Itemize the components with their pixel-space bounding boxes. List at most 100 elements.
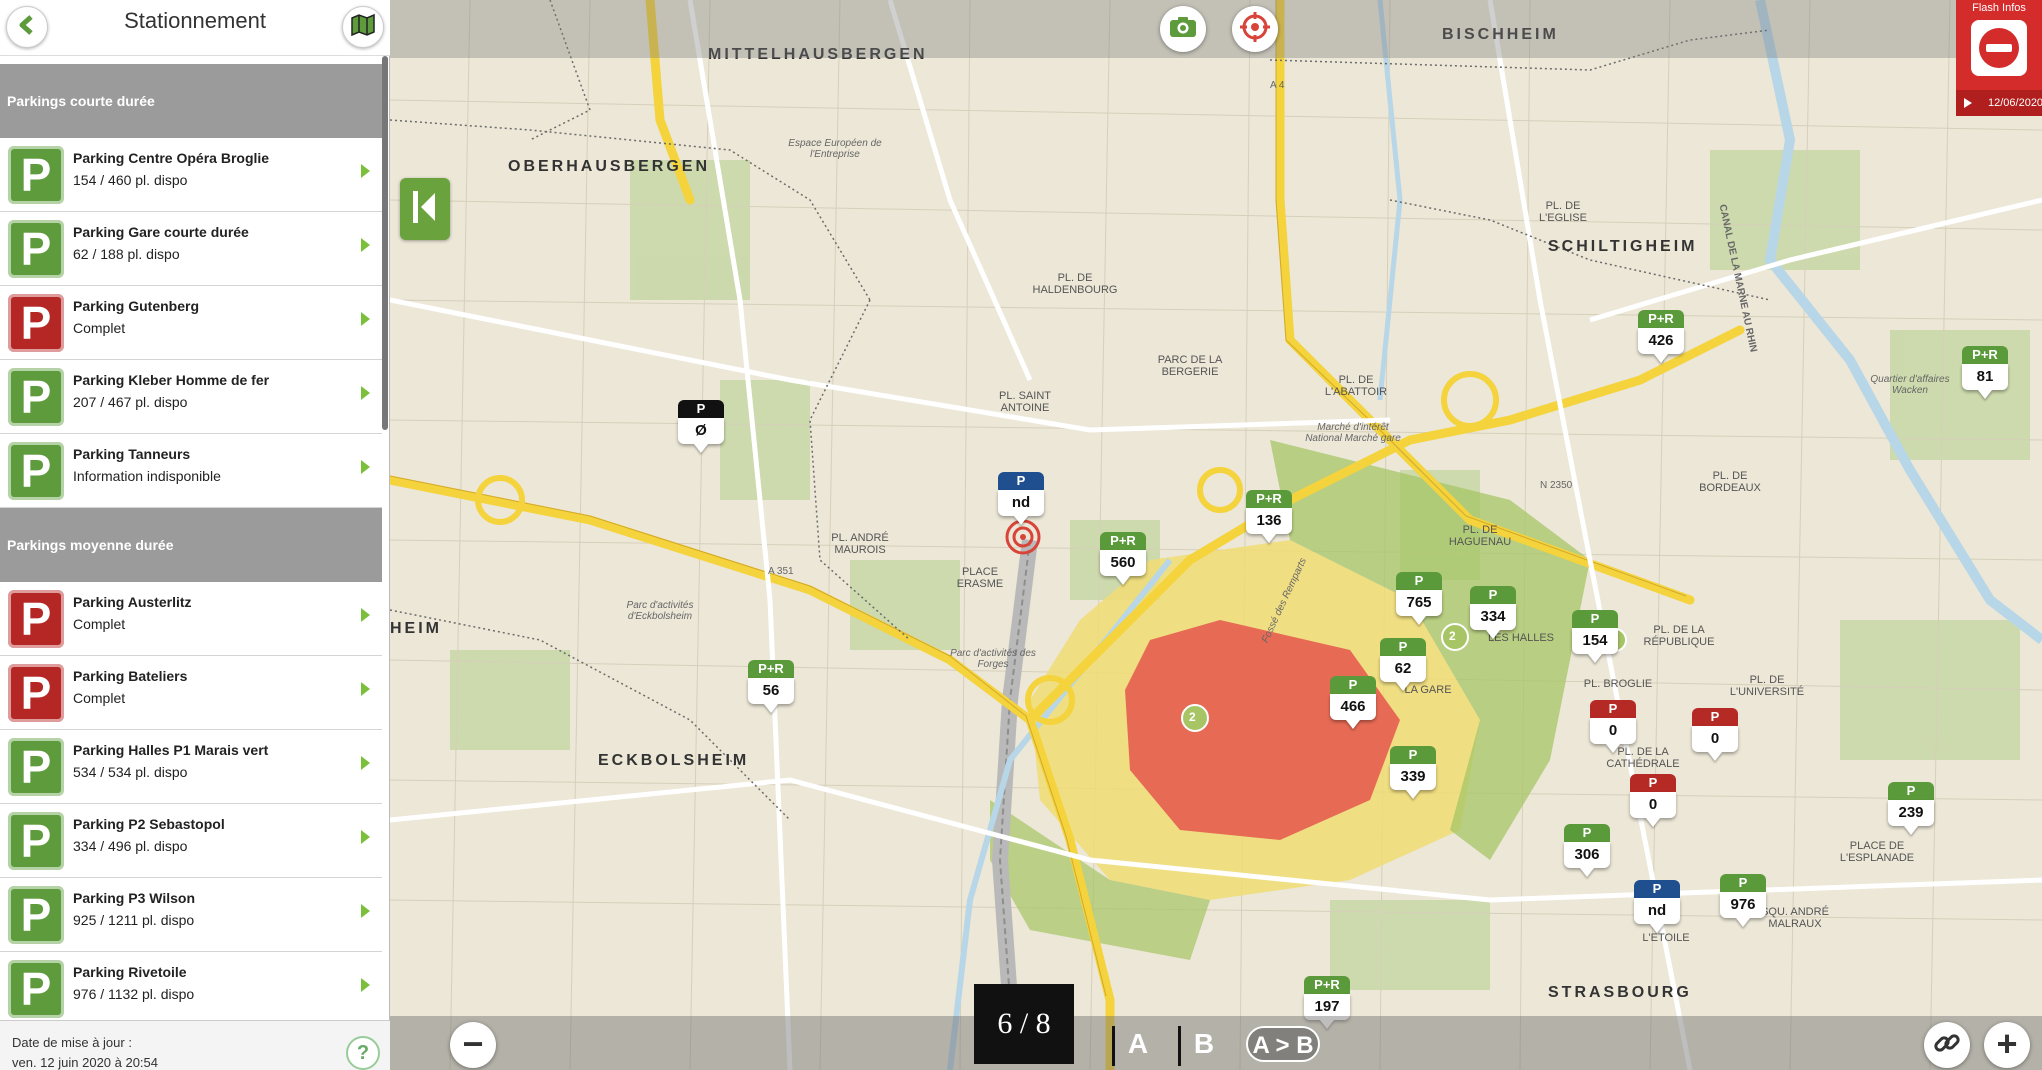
list-item[interactable]: P Parking Austerlitz Complet [0,582,382,656]
parking-sidebar: Stationnement Parkings courte durée P Pa… [0,0,390,1070]
locate-icon [1239,11,1271,48]
sidebar-scrollbar[interactable] [382,56,388,430]
collapse-panel-button[interactable] [400,178,450,240]
list-item[interactable]: P Parking Centre Opéra Broglie 154 / 460… [0,138,382,212]
parking-marker[interactable]: P+R 81 [1962,346,2008,399]
list-item[interactable]: P Parking Bateliers Complet [0,656,382,730]
play-icon [1964,98,1972,108]
list-item[interactable]: P Parking Kleber Homme de fer 207 / 467 … [0,360,382,434]
parking-marker[interactable]: P0 [1630,774,1676,827]
marker-type: P+R [1246,490,1292,508]
cluster-label[interactable]: 2 [1449,629,1456,643]
chevron-right-icon [361,460,370,474]
marker-value: nd [1634,898,1680,924]
parking-marker[interactable]: P 976 [1720,874,1766,927]
marker-value: 339 [1390,764,1436,790]
place-label: PL. DE HAGUENAU [1448,524,1512,548]
cluster-label[interactable]: 2 [1189,710,1196,724]
marker-type: P+R [1962,346,2008,364]
parking-name: Parking P3 Wilson [73,890,196,906]
list-item[interactable]: P Parking Rivetoile 976 / 1132 pl. dispo [0,952,382,1018]
parking-marker[interactable]: P 466 [1330,676,1376,729]
parking-marker[interactable]: P+R 426 [1638,310,1684,363]
place-label: PL. DE LA RÉPUBLIQUE [1643,624,1715,648]
sidebar-header: Stationnement [0,0,390,56]
zoom-in-button[interactable]: + [1984,1022,2030,1068]
parking-marker[interactable]: P+R 560 [1100,532,1146,585]
list-item[interactable]: P Parking Gutenberg Complet [0,286,382,360]
area-label: STRASBOURG [1548,984,1692,1001]
parking-marker[interactable]: P 339 [1390,746,1436,799]
parking-name: Parking P2 Sebastopol [73,816,225,832]
locate-button[interactable] [1232,6,1278,52]
point-b-button[interactable]: B [1188,1026,1220,1062]
marker-value: 239 [1888,800,1934,826]
parking-marker[interactable]: P+R 136 [1246,490,1292,543]
route-ab-button[interactable]: A > B [1246,1026,1320,1062]
parking-availability: 154 / 460 pl. dispo [73,172,188,188]
marker-value: 466 [1330,694,1376,720]
marker-type: P+R [748,660,794,678]
area-note: Parc d'activités des Forges [950,648,1036,670]
parking-marker[interactable]: P+R 56 [748,660,794,713]
marker-tail [1736,918,1750,927]
no-entry-icon[interactable] [1971,20,2027,76]
marker-value: 56 [748,678,794,704]
sidebar-title: Stationnement [124,8,266,33]
map-toggle-button[interactable] [342,6,384,48]
flash-info-date[interactable]: 12/06/2020 [1956,90,2042,116]
marker-type: P [1470,586,1516,604]
toolbar-separator [1112,1026,1115,1066]
parking-marker[interactable]: P 334 [1470,586,1516,639]
flash-info-panel[interactable]: Flash Infos 12/06/2020 [1956,0,2042,116]
zoom-out-button[interactable]: − [450,1022,496,1068]
flash-info-title: Flash Infos [1972,2,2026,14]
list-item[interactable]: P Parking P3 Wilson 925 / 1211 pl. dispo [0,878,382,952]
point-a-button[interactable]: A [1122,1026,1154,1062]
parking-marker[interactable]: P 765 [1396,572,1442,625]
marker-type: P+R [1100,532,1146,550]
update-timestamp: ven. 12 juin 2020 à 20:54 [12,1055,159,1070]
parking-marker[interactable]: P0 [1692,708,1738,761]
parking-marker[interactable]: P 306 [1564,824,1610,877]
list-item[interactable]: P Parking Gare courte durée 62 / 188 pl.… [0,212,382,286]
marker-value: 0 [1590,718,1636,744]
help-icon[interactable]: ? [346,1036,380,1070]
marker-tail [1346,720,1360,729]
parking-marker[interactable]: P 239 [1888,782,1934,835]
area-label: SCHILTIGHEIM [1548,238,1698,255]
marker-tail [1580,868,1594,877]
parking-name: Parking Austerlitz [73,594,192,610]
link-button[interactable] [1924,1022,1970,1068]
marker-value: 306 [1564,842,1610,868]
marker-type: P [1888,782,1934,800]
map-top-bar [390,0,2042,58]
marker-value: 765 [1396,590,1442,616]
parking-availability: 976 / 1132 pl. dispo [73,986,195,1002]
parking-marker[interactable]: Pnd [1634,880,1680,933]
list-item[interactable]: P Parking Halles P1 Marais vert 534 / 53… [0,730,382,804]
chevron-right-icon [361,904,370,918]
marker-tail [1262,534,1276,543]
marker-type: P [1380,638,1426,656]
marker-value: 426 [1638,328,1684,354]
parking-marker[interactable]: Pnd [998,472,1044,525]
parking-availability: Complet [73,690,126,706]
marker-value: 62 [1380,656,1426,682]
parking-marker[interactable]: P 62 [1380,638,1426,691]
parking-marker[interactable]: P0 [1590,700,1636,753]
camera-button[interactable] [1160,6,1206,52]
list-item[interactable]: P Parking Tanneurs Information indisponi… [0,434,382,508]
parking-marker[interactable]: P 154 [1572,610,1618,663]
parking-marker[interactable]: PØ [678,400,724,453]
chevron-right-icon [361,312,370,326]
place-label: PL. DE HALDENBOURG [1032,272,1118,296]
parking-list[interactable]: Parkings courte durée P Parking Centre O… [0,64,382,1018]
marker-type: P [1330,676,1376,694]
parking-availability: 925 / 1211 pl. dispo [73,912,195,928]
map-view[interactable]: 2 2 2 MITTELHAUSBERGEN OBERHAUSBERGEN BI… [390,0,2042,1070]
marker-tail [1116,576,1130,585]
marker-value: 560 [1100,550,1146,576]
parking-badge-icon: P [8,960,64,1018]
list-item[interactable]: P Parking P2 Sebastopol 334 / 496 pl. di… [0,804,382,878]
